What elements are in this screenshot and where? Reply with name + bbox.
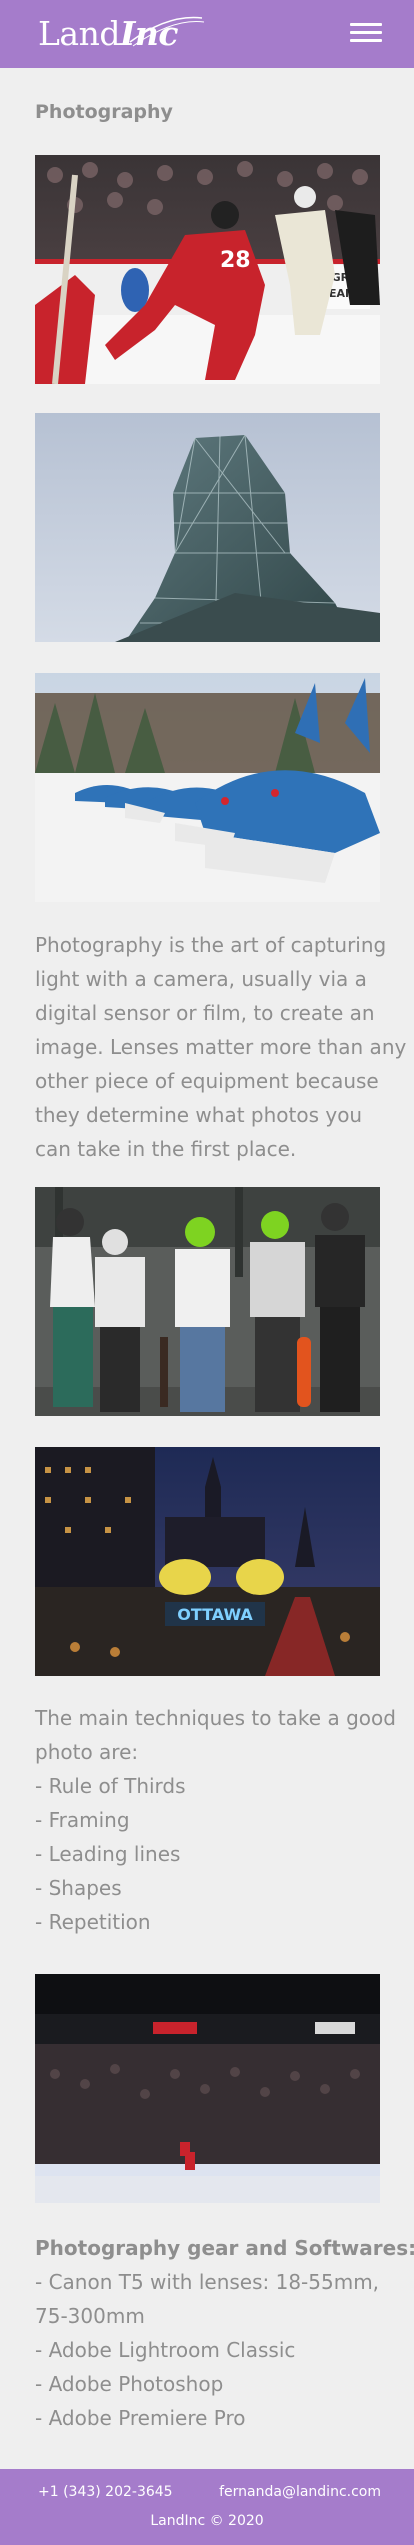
footer-phone[interactable]: +1 (343) 202-3645: [38, 2484, 173, 2500]
techniques-line: - Shapes: [35, 1876, 122, 1900]
intro-line: other piece of equipment because: [35, 1069, 379, 1093]
techniques-line: - Rule of Thirds: [35, 1774, 186, 1798]
arena-photo: [35, 1974, 380, 2203]
gear-line: - Adobe Photoshop: [35, 2372, 224, 2396]
intro-line: light with a camera, usually via a: [35, 967, 367, 991]
gear-line: - Adobe Premiere Pro: [35, 2406, 246, 2430]
intro-line: image. Lenses matter more than any: [35, 1035, 407, 1059]
techniques-line: - Leading lines: [35, 1842, 181, 1866]
techniques-line: The main techniques to take a good: [35, 1706, 396, 1730]
glass-building-photo: [35, 413, 380, 642]
techniques-line: - Framing: [35, 1808, 130, 1832]
gear-line: 75-300mm: [35, 2304, 145, 2328]
site-header: LandInc: [0, 0, 414, 68]
logo-swoosh: [129, 16, 205, 47]
gear-line: - Canon T5 with lenses: 18-55mm,: [35, 2270, 380, 2294]
site-footer: +1 (343) 202-3645 fernanda@landinc.com L…: [0, 2469, 414, 2545]
intro-paragraph: Photography is the art of capturing ligh…: [35, 928, 407, 1166]
gear-title: Photography gear and Softwares:: [35, 2236, 414, 2260]
intro-line: Photography is the art of capturing: [35, 933, 387, 957]
footer-email[interactable]: fernanda@landinc.com: [219, 2484, 381, 2500]
gear-paragraph: Photography gear and Softwares: - Canon …: [35, 2231, 414, 2435]
techniques-line: - Repetition: [35, 1910, 151, 1934]
intro-line: digital sensor or film, to create an: [35, 1001, 375, 1025]
dragon-boats-photo: [35, 673, 380, 902]
intro-line: can take in the first place.: [35, 1137, 297, 1161]
techniques-paragraph: The main techniques to take a good photo…: [35, 1701, 396, 1939]
svg-text:28: 28: [220, 248, 251, 273]
page-title: Photography: [35, 101, 173, 123]
hockey-game-photo: TIGRE GEANT 28: [35, 155, 380, 384]
hamburger-menu-icon[interactable]: [350, 19, 382, 49]
ottawa-sign-text: OTTAWA: [177, 1605, 253, 1624]
skateboarders-photo: [35, 1187, 380, 1416]
intro-line: they determine what photos you: [35, 1103, 363, 1127]
gear-line: - Adobe Lightroom Classic: [35, 2338, 296, 2362]
ottawa-night-photo: OTTAWA: [35, 1447, 380, 1676]
techniques-line: photo are:: [35, 1740, 139, 1764]
site-logo[interactable]: LandInc: [38, 12, 205, 56]
footer-copyright: LandInc © 2020: [150, 2513, 264, 2529]
